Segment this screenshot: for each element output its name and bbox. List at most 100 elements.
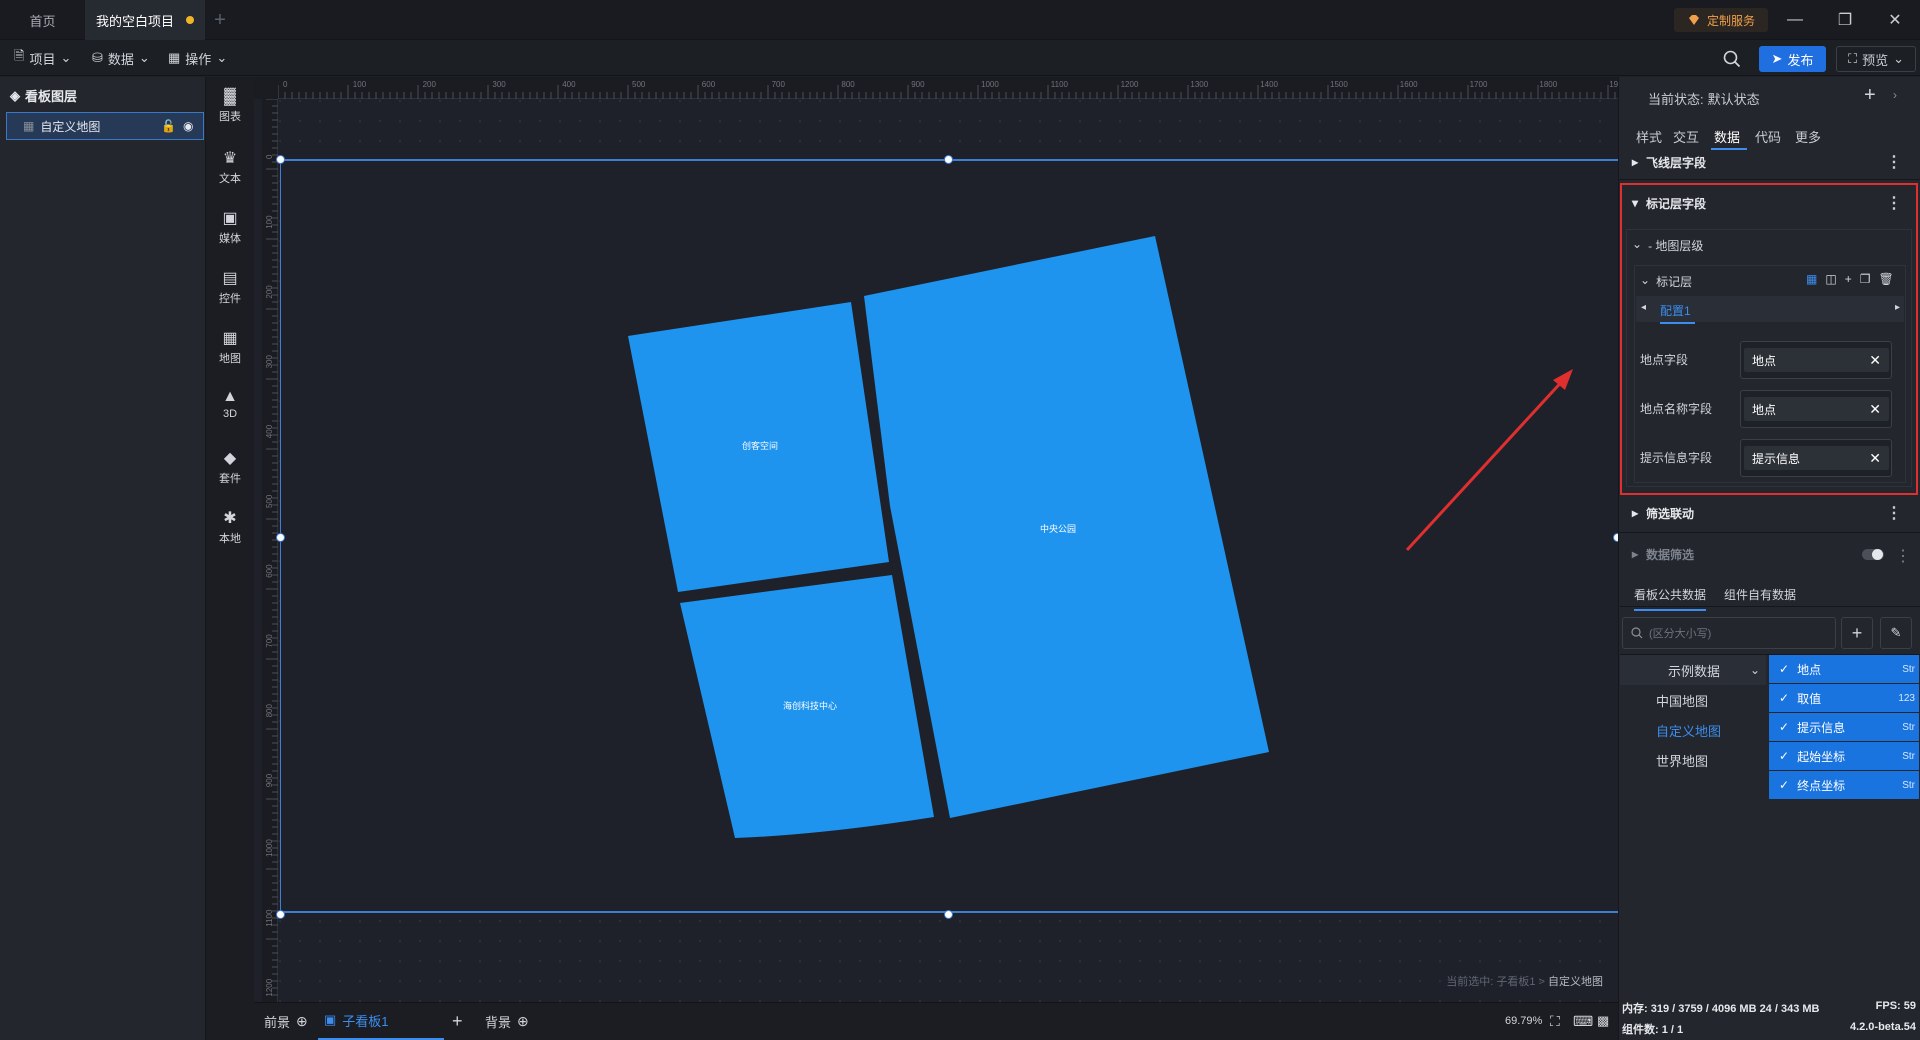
divider bbox=[1618, 179, 1920, 180]
add-circle-icon[interactable]: ⊕ bbox=[296, 1013, 308, 1030]
selection-breadcrumb: 当前选中: 子看板1 > 自定义地图 bbox=[1446, 973, 1603, 989]
send-icon: ➤ bbox=[1771, 51, 1783, 66]
more-vertical-icon[interactable]: ⋮ bbox=[1886, 503, 1902, 523]
zoom-level[interactable]: 69.79% bbox=[1505, 1002, 1542, 1040]
search-icon[interactable] bbox=[1723, 50, 1741, 71]
dataset-item[interactable]: 中国地图 bbox=[1620, 685, 1766, 715]
data-field-type: Str bbox=[1902, 663, 1915, 675]
chevron-down-icon: ⌄ bbox=[1750, 663, 1761, 677]
more-vertical-icon[interactable]: ⋮ bbox=[1886, 152, 1902, 172]
dataset-group[interactable]: 示例数据 ⌄ bbox=[1620, 655, 1766, 685]
terminal-icon[interactable]: ▩ bbox=[1597, 1002, 1609, 1040]
custom-service-button[interactable]: 定制服务 bbox=[1674, 8, 1768, 32]
dataset-search-input[interactable]: (区分大小写) bbox=[1622, 617, 1836, 649]
data-field-row[interactable]: ✓ 地点 Str bbox=[1769, 655, 1919, 683]
publish-button[interactable]: ➤ 发布 bbox=[1759, 46, 1826, 72]
tab-config-1[interactable]: 交互 bbox=[1673, 127, 1699, 146]
data-filter-toggle[interactable] bbox=[1862, 549, 1884, 560]
check-icon: ✓ bbox=[1779, 662, 1790, 676]
component-count-text: 组件数: 1 / 1 bbox=[1622, 1024, 1684, 1036]
data-field-name: 取值 bbox=[1797, 691, 1822, 706]
data-field-name: 起始坐标 bbox=[1797, 749, 1846, 764]
custom-map[interactable]: 创客空间 中央公园 海创科技中心 bbox=[0, 0, 1618, 1002]
tab-config-2[interactable]: 数据 bbox=[1714, 127, 1740, 146]
data-field-name: 地点 bbox=[1797, 662, 1822, 677]
annotation-arrow-line bbox=[1405, 375, 1568, 552]
tab-child-board[interactable]: ▣ 子看板1 bbox=[318, 1002, 444, 1040]
version-text: 4.2.0-beta.54 bbox=[1849, 1021, 1916, 1033]
state-value: 默认状态 bbox=[1707, 92, 1760, 107]
data-field-row[interactable]: ✓ 取值 123 bbox=[1769, 684, 1919, 712]
preview-button[interactable]: ⛶ 预览 ⌄ bbox=[1836, 46, 1916, 72]
divider bbox=[1620, 606, 1920, 607]
dataset-label: 自定义地图 bbox=[1656, 723, 1722, 739]
more-vertical-icon[interactable]: ⋮ bbox=[1895, 546, 1911, 566]
data-field-row[interactable]: ✓ 提示信息 Str bbox=[1769, 713, 1919, 741]
section-filter-link[interactable]: ▸ 筛选联动 ⋮ bbox=[1618, 496, 1914, 530]
section-data-filter-label: 数据筛选 bbox=[1646, 547, 1695, 562]
component-count: 组件数: 1 / 1 bbox=[1622, 1021, 1683, 1037]
tab-config-4[interactable]: 更多 bbox=[1795, 127, 1821, 146]
search-placeholder: (区分大小写) bbox=[1649, 628, 1712, 640]
dataset-item[interactable]: 自定义地图 bbox=[1620, 715, 1766, 745]
add-board-icon[interactable]: + bbox=[452, 1002, 463, 1040]
tab-config-0[interactable]: 样式 bbox=[1636, 127, 1662, 146]
custom-service-label: 定制服务 bbox=[1706, 13, 1755, 28]
version-label: 4.2.0-beta.54 bbox=[1850, 1021, 1916, 1033]
tab-child-board-label: 子看板1 bbox=[342, 1013, 389, 1029]
memory-status: 内存: 319 / 3759 / 4096 MB 24 / 343 MB bbox=[1622, 1000, 1820, 1016]
zoom-value: 69.79% bbox=[1505, 1015, 1543, 1027]
data-field-name: 终点坐标 bbox=[1797, 778, 1846, 793]
fullscreen-icon: ⛶ bbox=[1847, 51, 1858, 66]
diamond-icon bbox=[1688, 15, 1699, 25]
data-field-row[interactable]: ✓ 终点坐标 Str bbox=[1769, 771, 1919, 799]
tab-foreground[interactable]: 前景 ⊕ bbox=[264, 1002, 308, 1040]
monitor-icon: ▣ bbox=[324, 1012, 337, 1027]
fit-screen-icon[interactable]: ⛶ bbox=[1550, 1002, 1560, 1040]
data-field-row[interactable]: ✓ 起始坐标 Str bbox=[1769, 742, 1919, 770]
add-dataset-button[interactable]: + bbox=[1841, 617, 1873, 649]
state-label: 当前状态: bbox=[1648, 92, 1704, 107]
tab-own-data-label: 组件自有数据 bbox=[1724, 588, 1797, 602]
tab-config-3[interactable]: 代码 bbox=[1755, 127, 1781, 146]
divider bbox=[1618, 532, 1920, 533]
edit-dataset-button[interactable]: ✎ bbox=[1880, 617, 1912, 649]
chevron-down-icon: ⌄ bbox=[1893, 51, 1905, 66]
dataset-label: 世界地图 bbox=[1656, 753, 1709, 769]
tab-public-data-label: 看板公共数据 bbox=[1634, 588, 1707, 602]
data-field-type: 123 bbox=[1898, 692, 1915, 704]
caret-right-icon: ▸ bbox=[1632, 155, 1639, 169]
keyboard-icon[interactable]: ⌨ bbox=[1573, 1002, 1593, 1040]
caret-right-icon: ▸ bbox=[1632, 547, 1639, 561]
dataset-item[interactable]: 世界地图 bbox=[1620, 745, 1766, 775]
tab-own-data[interactable]: 组件自有数据 bbox=[1724, 586, 1796, 603]
search-icon bbox=[1631, 627, 1643, 639]
fps-status: FPS: 59 bbox=[1876, 1000, 1916, 1012]
publish-label: 发布 bbox=[1787, 52, 1814, 68]
check-icon: ✓ bbox=[1779, 778, 1790, 792]
add-state-icon[interactable]: + bbox=[1864, 84, 1876, 107]
check-icon: ✓ bbox=[1779, 691, 1790, 705]
map-region-label: 海创科技中心 bbox=[783, 700, 837, 711]
breadcrumb-prefix: 当前选中: 子看板1 > bbox=[1446, 976, 1545, 988]
fps-text: FPS: 59 bbox=[1875, 1000, 1916, 1012]
preview-label: 预览 bbox=[1862, 52, 1889, 68]
chevron-right-icon[interactable]: › bbox=[1893, 88, 1897, 102]
breadcrumb-current: 自定义地图 bbox=[1548, 976, 1603, 988]
tab-public-data[interactable]: 看板公共数据 bbox=[1634, 586, 1707, 611]
map-region-label: 中央公园 bbox=[1040, 523, 1076, 534]
section-filter-link-label: 筛选联动 bbox=[1646, 506, 1695, 521]
restore-icon[interactable]: ❐ bbox=[1820, 0, 1870, 40]
tab-background[interactable]: 背景 ⊕ bbox=[485, 1002, 529, 1040]
section-flyline-label: 飞线层字段 bbox=[1646, 155, 1707, 170]
close-icon[interactable]: ✕ bbox=[1870, 0, 1920, 40]
data-field-type: Str bbox=[1902, 721, 1915, 733]
section-flyline-fields[interactable]: ▸ 飞线层字段 ⋮ bbox=[1618, 145, 1914, 179]
add-circle-icon[interactable]: ⊕ bbox=[517, 1013, 529, 1030]
tab-background-label: 背景 bbox=[485, 1014, 512, 1030]
minimize-icon[interactable]: — bbox=[1770, 0, 1820, 40]
caret-right-icon: ▸ bbox=[1632, 506, 1639, 520]
data-field-type: Str bbox=[1902, 750, 1915, 762]
memory-status-text: 内存: 319 / 3759 / 4096 MB 24 / 343 MB bbox=[1622, 1003, 1820, 1015]
check-icon: ✓ bbox=[1779, 720, 1790, 734]
